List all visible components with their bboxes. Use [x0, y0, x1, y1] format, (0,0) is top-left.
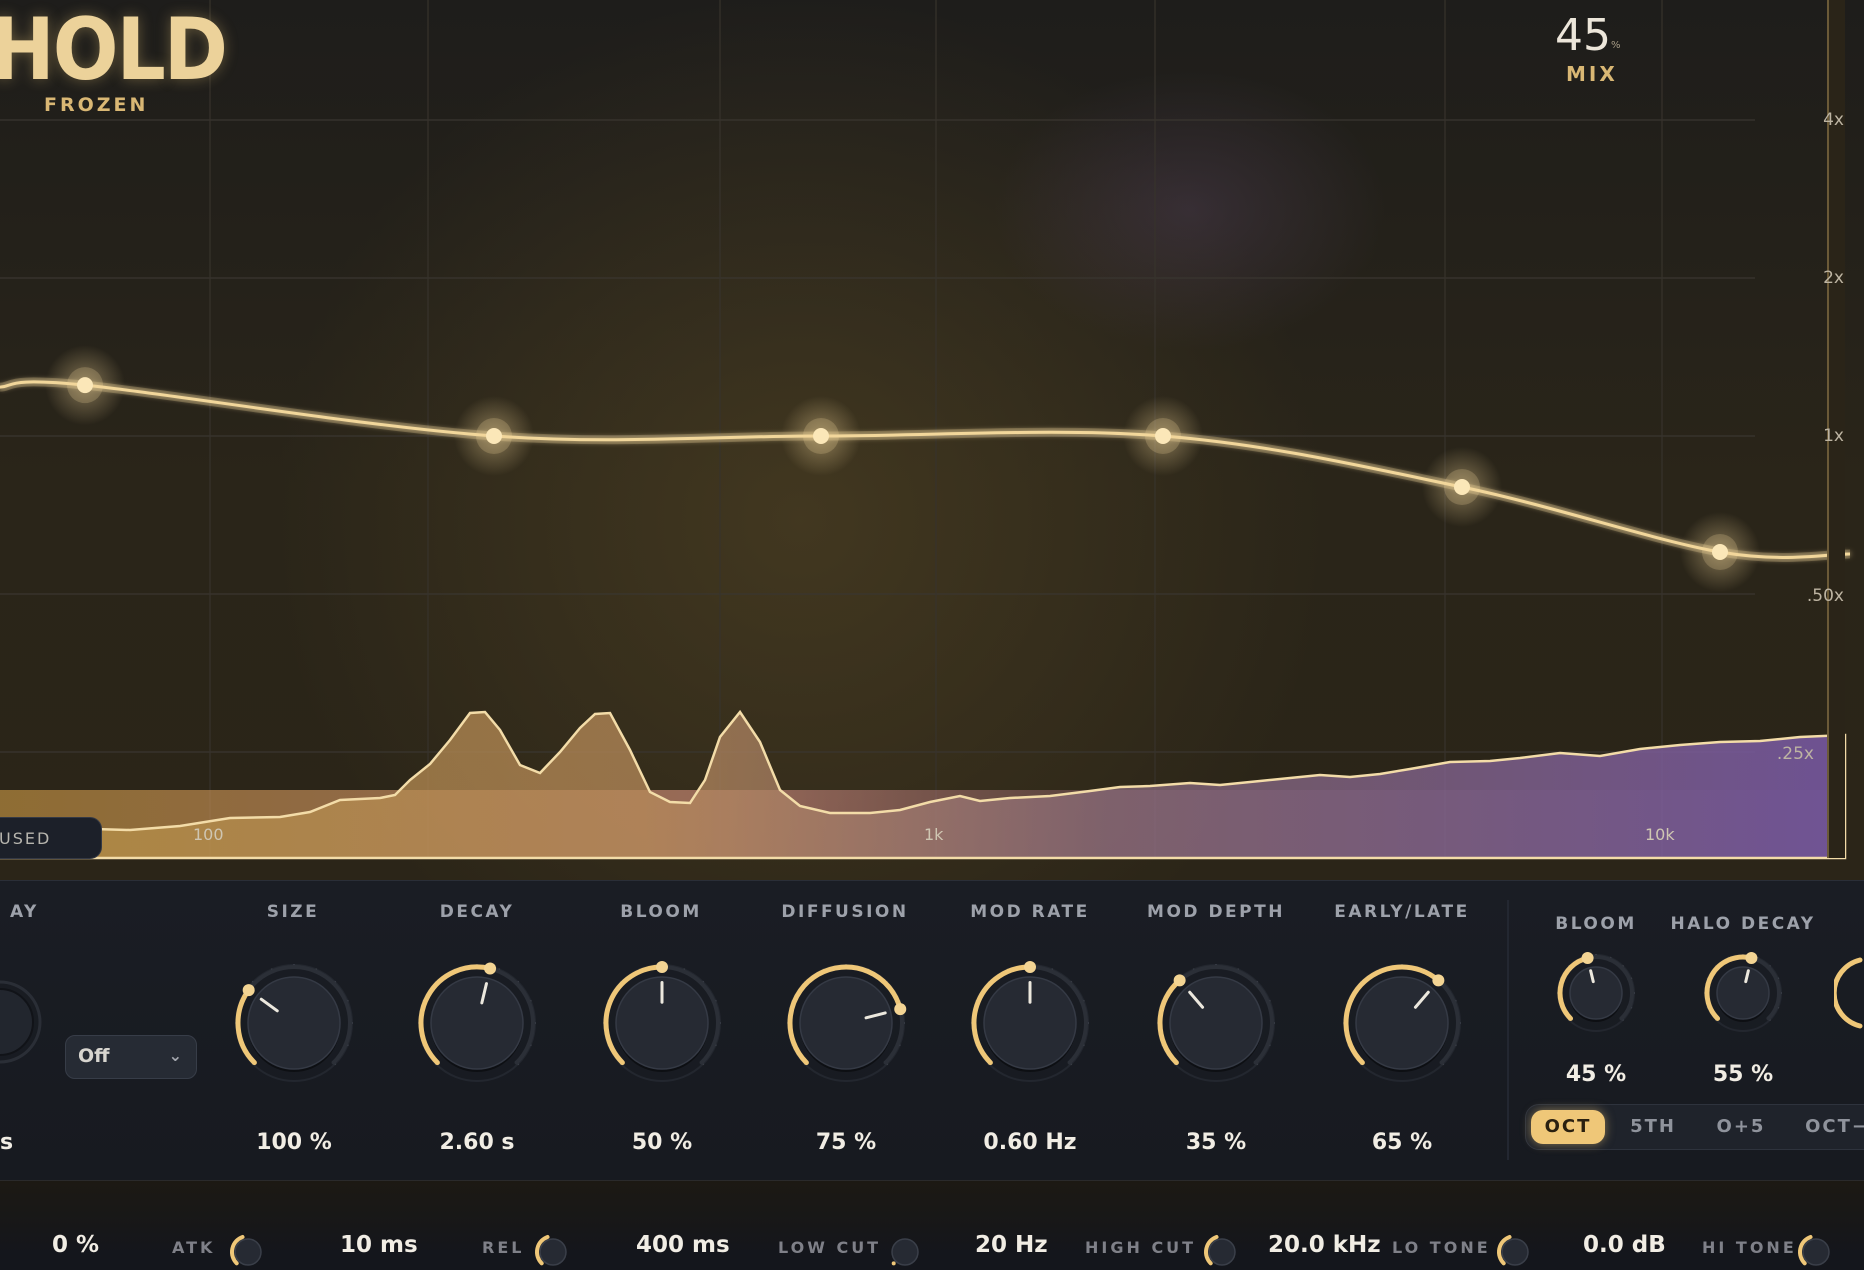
chevron-down-icon: ⌄ — [168, 1046, 182, 1065]
knob-value-diffusion: 75 % — [815, 1130, 877, 1155]
bottom-mini-knob[interactable] — [1495, 1230, 1535, 1270]
interval-oct-button[interactable]: OCT — [1531, 1110, 1605, 1144]
x-tick-label: 10k — [1645, 825, 1675, 844]
mod-rate-knob[interactable] — [964, 957, 1096, 1089]
bottom-mini-knob[interactable] — [533, 1230, 573, 1270]
y-tick-label: 1x — [1823, 426, 1844, 446]
partial-halo-knob[interactable] — [1834, 948, 1864, 1038]
knob-value-size: 100 % — [256, 1130, 332, 1155]
mode-pill-button[interactable]: USED — [0, 817, 102, 859]
eq-band-node[interactable] — [1422, 447, 1502, 527]
bottom-label-hi-tone: HI TONE — [1702, 1238, 1797, 1257]
bottom-value-rel: 400 ms — [636, 1232, 730, 1258]
knob-label-early-late: EARLY/LATE — [1334, 902, 1470, 922]
eq-display[interactable]: HOLD FROZEN 45 % MIX 4x 2x 1x .50x .25x … — [0, 0, 1864, 880]
interval-o5-button[interactable]: O+5 — [1704, 1110, 1778, 1144]
knob-handle[interactable] — [1581, 951, 1594, 964]
preset-subtitle: FROZEN — [44, 94, 149, 116]
interval-5th-button[interactable]: 5TH — [1616, 1110, 1690, 1144]
eq-band-node[interactable] — [1123, 396, 1203, 476]
bottom-mini-knob[interactable] — [885, 1230, 925, 1270]
decay-knob[interactable] — [411, 957, 543, 1089]
y-tick-label: .50x — [1806, 586, 1844, 606]
bottom-label-high-cut: HIGH CUT — [1085, 1238, 1197, 1257]
knob-value-halo-decay: 55 % — [1712, 1062, 1774, 1087]
knob-handle[interactable] — [242, 984, 255, 997]
knob-handle[interactable] — [1432, 974, 1445, 987]
mix-label: MIX — [1566, 62, 1618, 86]
bottom-mini-knob[interactable] — [228, 1230, 268, 1270]
knob-value-halo-bloom: 45 % — [1565, 1062, 1627, 1087]
x-tick-label: 1k — [924, 825, 944, 844]
bottom-value: 0 % — [52, 1232, 100, 1258]
bottom-label-low-cut: LOW CUT — [778, 1238, 882, 1257]
bottom-value-atk: 10 ms — [340, 1232, 418, 1258]
bloom-knob[interactable] — [596, 957, 728, 1089]
knob-value-early-late: 65 % — [1371, 1130, 1433, 1155]
eq-band-node[interactable] — [1680, 512, 1760, 592]
knob-label-bloom: BLOOM — [620, 902, 702, 922]
knob-handle[interactable] — [484, 962, 497, 975]
predelay-sync-dropdown[interactable]: Off ⌄ — [65, 1035, 197, 1079]
knob-handle[interactable] — [656, 961, 668, 973]
bottom-mini-knob[interactable] — [1202, 1230, 1242, 1270]
knob-value-bloom: 50 % — [631, 1130, 693, 1155]
knob-label-mod-rate: MOD RATE — [970, 902, 1090, 922]
halo-bloom-knob[interactable] — [1550, 947, 1642, 1039]
knob-label-halo-bloom: BLOOM — [1555, 914, 1637, 934]
bottom-label-atk: ATK — [172, 1238, 216, 1257]
bottom-mini-knob[interactable] — [1796, 1230, 1836, 1270]
interval-oct-down-button[interactable]: OCT− — [1792, 1110, 1864, 1144]
x-tick-label: 100 — [193, 825, 224, 844]
y-tick-label: 2x — [1823, 268, 1844, 288]
bottom-value-low-cut: 20 Hz — [975, 1232, 1048, 1258]
knob-label-partial: AY — [10, 902, 39, 922]
knob-value-partial: s — [0, 1130, 14, 1155]
knob-label-diffusion: DIFFUSION — [781, 902, 909, 922]
y-tick-label: .25x — [1776, 744, 1814, 764]
early-late-knob[interactable] — [1336, 957, 1468, 1089]
bottom-value-high-cut: 20.0 kHz — [1268, 1232, 1381, 1258]
dropdown-value: Off — [78, 1045, 110, 1067]
knob-label-size: SIZE — [266, 902, 320, 922]
size-knob[interactable] — [228, 957, 360, 1089]
graph-grid — [0, 0, 1755, 858]
knob-handle[interactable] — [1745, 951, 1758, 964]
eq-graph[interactable] — [0, 0, 1864, 880]
interval-selector: OCT 5TH O+5 OCT− — [1525, 1104, 1864, 1150]
knob-value-mod-depth: 35 % — [1185, 1130, 1247, 1155]
eq-band-node[interactable] — [45, 345, 125, 426]
preset-title: HOLD — [0, 0, 228, 100]
knob-handle[interactable] — [894, 1003, 907, 1016]
panel-divider — [1507, 900, 1509, 1160]
eq-band-node[interactable] — [454, 396, 534, 476]
eq-band-node[interactable] — [781, 396, 861, 476]
mod-depth-knob[interactable] — [1150, 957, 1282, 1089]
knob-value-decay: 2.60 s — [439, 1130, 515, 1155]
bottom-value-lo-tone: 0.0 dB — [1583, 1232, 1666, 1258]
bottom-label-rel: REL — [482, 1238, 525, 1257]
halo-decay-knob[interactable] — [1697, 947, 1789, 1039]
knob-value-mod-rate: 0.60 Hz — [983, 1130, 1077, 1155]
knob-handle[interactable] — [1024, 961, 1036, 973]
diffusion-knob[interactable] — [780, 957, 912, 1089]
bottom-label-lo-tone: LO TONE — [1392, 1238, 1491, 1257]
partial-knob[interactable] — [0, 950, 50, 1100]
mix-value[interactable]: 45 — [1555, 10, 1611, 61]
eq-curve-glow — [0, 377, 1851, 562]
spectrum-analyzer — [0, 709, 1847, 860]
y-tick-label: 4x — [1823, 110, 1844, 130]
knob-label-decay: DECAY — [439, 902, 515, 922]
mix-unit: % — [1611, 40, 1621, 51]
knob-handle[interactable] — [1173, 974, 1186, 987]
knob-label-halo-decay: HALO DECAY — [1670, 914, 1816, 934]
knob-label-mod-depth: MOD DEPTH — [1147, 902, 1285, 922]
